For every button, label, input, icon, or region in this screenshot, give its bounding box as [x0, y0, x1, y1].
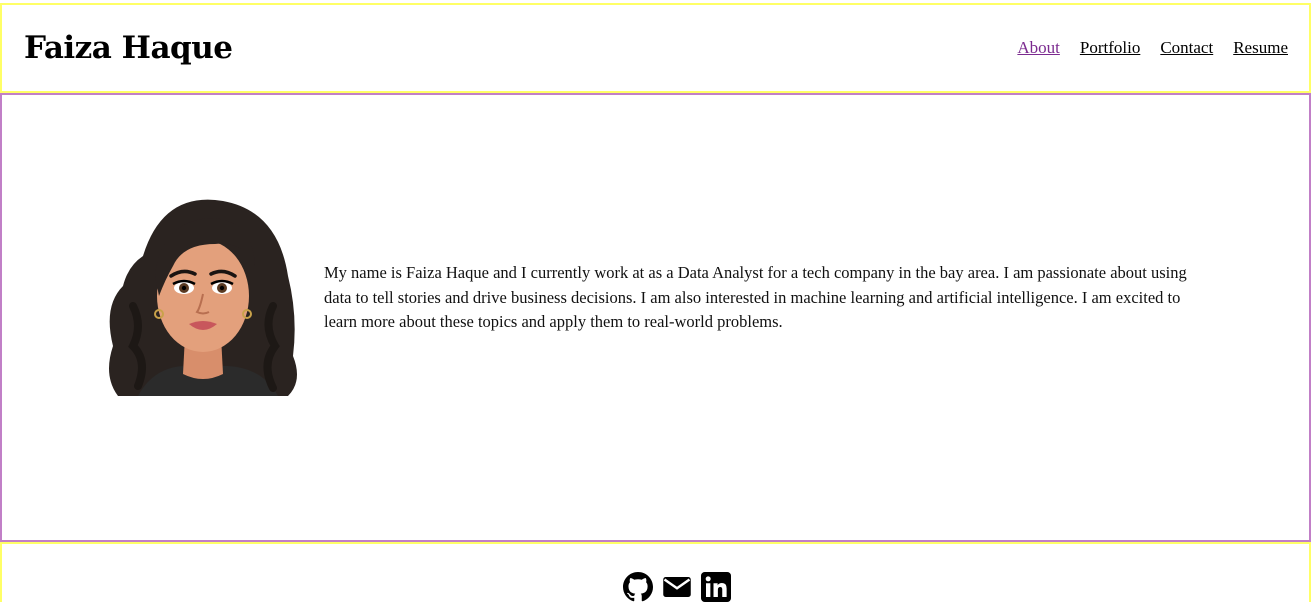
about-section: My name is Faiza Haque and I currently w…: [0, 93, 1311, 542]
site-footer: [0, 542, 1311, 602]
page: Faiza Haque About Portfolio Contact Resu…: [0, 0, 1311, 602]
avatar: [103, 196, 303, 396]
social-links: [623, 572, 731, 602]
github-icon[interactable]: [623, 572, 653, 602]
nav-link-about[interactable]: About: [1017, 38, 1060, 58]
site-title: Faiza Haque: [24, 30, 233, 66]
portrait-illustration: [109, 199, 297, 396]
about-text: My name is Faiza Haque and I currently w…: [324, 263, 1187, 331]
envelope-icon[interactable]: [662, 572, 692, 602]
nav-link-resume[interactable]: Resume: [1233, 38, 1288, 58]
linkedin-icon[interactable]: [701, 572, 731, 602]
main-nav: About Portfolio Contact Resume: [1017, 38, 1288, 58]
nav-link-portfolio[interactable]: Portfolio: [1080, 38, 1140, 58]
site-header: Faiza Haque About Portfolio Contact Resu…: [0, 3, 1311, 93]
nav-link-contact[interactable]: Contact: [1160, 38, 1213, 58]
